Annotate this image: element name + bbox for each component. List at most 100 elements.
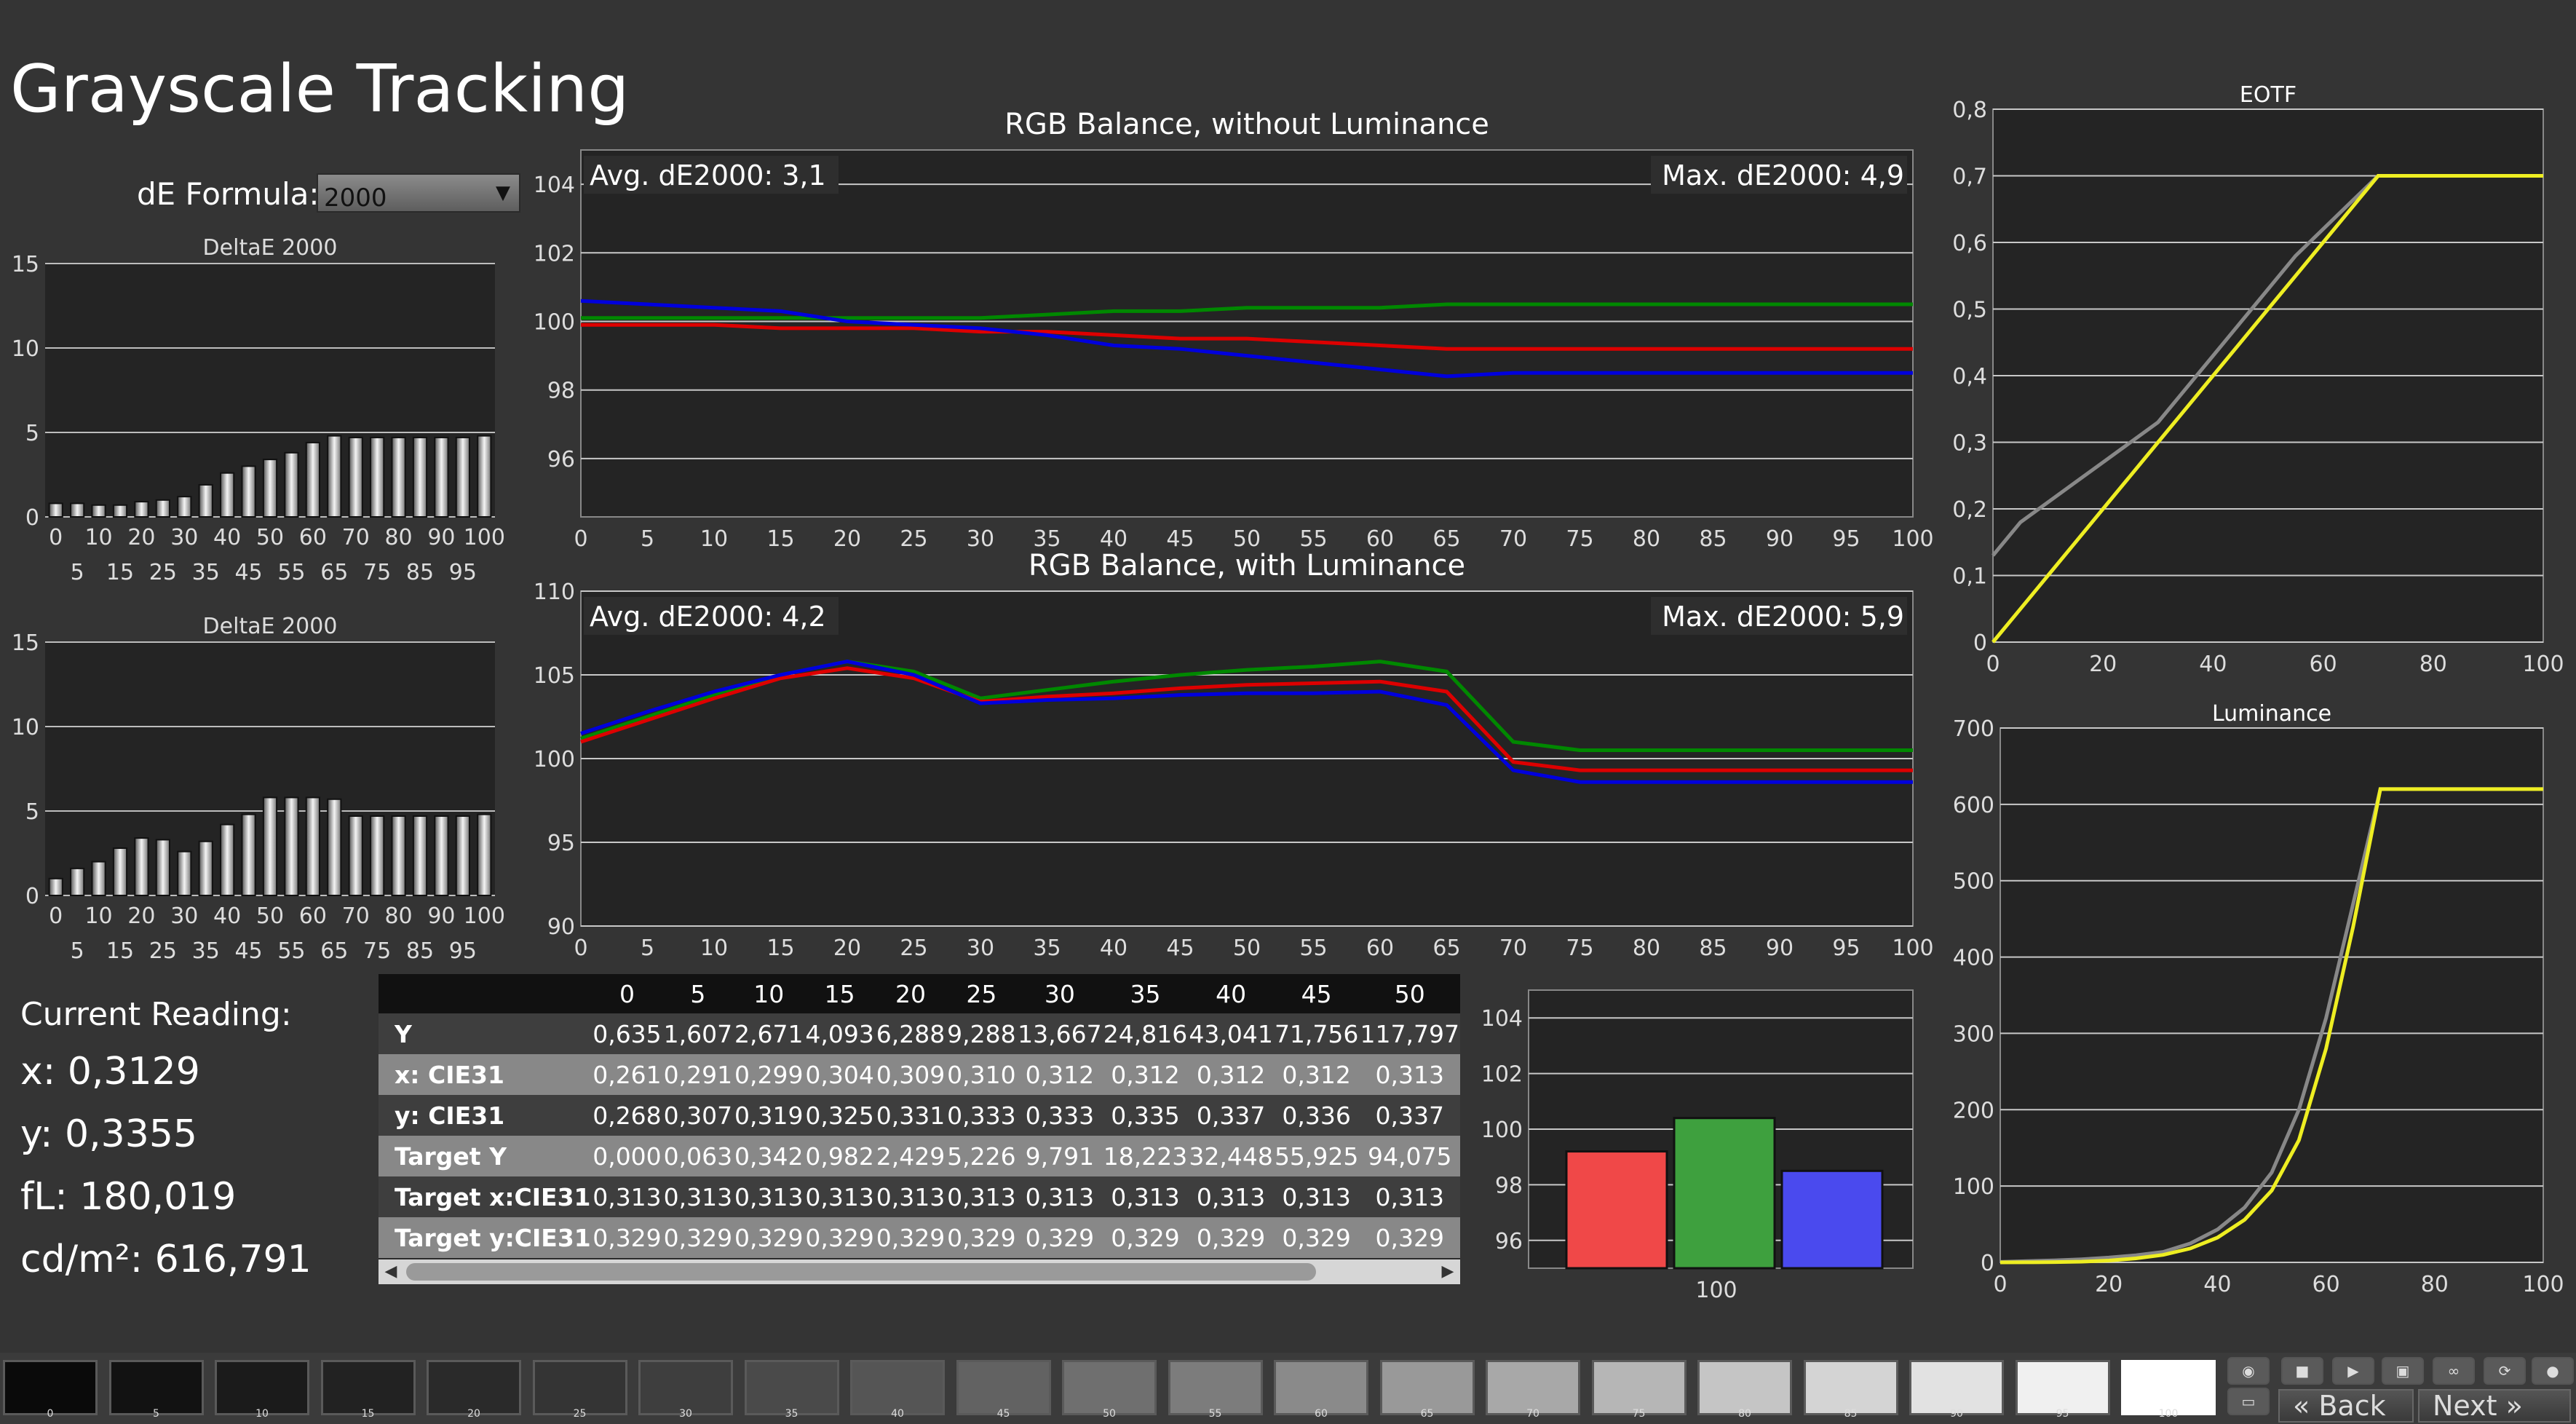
y-tick-label: 96	[1495, 1229, 1523, 1254]
patch-35[interactable]	[744, 1360, 839, 1415]
table-cell: 0,329	[1017, 1217, 1103, 1258]
table-cell: 0,337	[1188, 1095, 1274, 1136]
x-tick-label: 95	[1832, 526, 1860, 552]
patch-label: 55	[1208, 1408, 1222, 1420]
x-tick-label: 95	[1832, 936, 1860, 961]
patch-label: 0	[47, 1408, 54, 1420]
patch-60[interactable]	[1274, 1360, 1368, 1415]
row-header: x: CIE31	[379, 1054, 592, 1095]
next-arrow-icon: »	[2505, 1390, 2523, 1422]
x-tick-label: 75	[1566, 936, 1593, 961]
patch-20[interactable]	[427, 1360, 521, 1415]
bar	[434, 436, 449, 518]
patch-90[interactable]	[1909, 1360, 2004, 1415]
x-tick-label: 45	[1166, 526, 1194, 552]
bar	[48, 877, 63, 897]
back-arrow-icon: «	[2293, 1390, 2310, 1422]
x-tick-label: 100	[1892, 936, 1933, 961]
patch-10[interactable]	[215, 1360, 309, 1415]
readings-table: 0 5 10 15 20 25 30 35 40 45 50 Y 0,635 1,607 2,671 4,0…	[379, 974, 1460, 1258]
save-icon[interactable]: ▣	[2382, 1357, 2424, 1385]
scrollbar-thumb[interactable]	[406, 1263, 1316, 1281]
y-tick-label: 98	[1495, 1173, 1523, 1198]
bar	[284, 796, 299, 896]
table-cell: 6,288	[875, 1013, 946, 1054]
luminance-chart: Luminance 0 100 200 300 400 500 600 700 0 20 40 60 80…	[1953, 701, 2564, 1297]
table-cell: 0,329	[875, 1217, 946, 1258]
back-button[interactable]: « Back	[2278, 1389, 2414, 1423]
patch-100[interactable]	[2121, 1360, 2216, 1415]
patch-0[interactable]	[3, 1360, 98, 1415]
table-cell: 0,309	[875, 1054, 946, 1095]
x-tick-label: 15	[766, 526, 794, 552]
y-tick-label: 200	[1953, 1098, 1994, 1123]
patch-70[interactable]	[1486, 1360, 1580, 1415]
patch-50[interactable]	[1062, 1360, 1157, 1415]
table-cell: 0,312	[1188, 1054, 1274, 1095]
patch-label: 85	[1844, 1408, 1858, 1420]
x-tick-label: 80	[2420, 652, 2447, 677]
patch-15[interactable]	[320, 1360, 416, 1415]
x-tick-label: 25	[149, 560, 177, 585]
table-cell: 0,313	[804, 1176, 876, 1217]
patch-25[interactable]	[532, 1360, 627, 1415]
x-tick-label: 80	[1633, 526, 1660, 552]
x-tick-label: 100	[2522, 1272, 2564, 1297]
patch-65[interactable]	[1379, 1360, 1475, 1415]
eye-icon[interactable]: ◉	[2227, 1357, 2270, 1385]
patch-label: 15	[361, 1408, 375, 1420]
x-tick-label: 30	[967, 526, 994, 552]
table-cell: 0,635	[591, 1013, 663, 1054]
table-cell: 4,093	[804, 1013, 876, 1054]
bar	[305, 796, 320, 896]
scroll-right-icon[interactable]: ▶	[1435, 1259, 1460, 1284]
screen-icon[interactable]: ▭	[2227, 1388, 2270, 1415]
patch-80[interactable]	[1697, 1360, 1792, 1415]
plot-area	[2000, 727, 2544, 1263]
table-cell: 0,313	[662, 1176, 734, 1217]
table-cell: 9,288	[946, 1013, 1018, 1054]
current-reading-fl: fL: 180,019	[20, 1175, 237, 1219]
patch-40[interactable]	[850, 1360, 945, 1415]
x-tick-label: 60	[2310, 652, 2337, 677]
circle-icon[interactable]: ●	[2532, 1357, 2574, 1385]
next-button[interactable]: Next »	[2418, 1389, 2571, 1423]
play-icon[interactable]: ▶	[2332, 1357, 2374, 1385]
patch-55[interactable]	[1168, 1360, 1263, 1415]
x-tick-label: 0	[49, 903, 63, 929]
table-horizontal-scrollbar[interactable]: ◀ ▶	[379, 1259, 1460, 1284]
bar	[455, 436, 470, 518]
y-tick-label: 600	[1953, 793, 1994, 818]
refresh-icon[interactable]: ⟳	[2484, 1357, 2526, 1385]
bar	[327, 798, 342, 897]
patch-5[interactable]	[108, 1360, 204, 1415]
scroll-left-icon[interactable]: ◀	[379, 1259, 403, 1284]
table-cell: 0,268	[591, 1095, 663, 1136]
x-tick-label: 60	[1366, 936, 1394, 961]
stop-icon[interactable]: ■	[2281, 1357, 2323, 1385]
chart-title: DeltaE 2000	[203, 235, 338, 261]
y-tick-label: 0,7	[1952, 165, 1987, 190]
x-tick-label: 80	[1633, 936, 1660, 961]
x-tick-label: 80	[2421, 1272, 2449, 1297]
y-tick-label: 0	[25, 505, 39, 531]
table-cell: 94,075	[1359, 1136, 1460, 1176]
patch-85[interactable]	[1803, 1360, 1898, 1415]
patch-75[interactable]	[1591, 1360, 1687, 1415]
bar	[48, 502, 63, 518]
patch-label: 60	[1315, 1408, 1328, 1420]
bar	[91, 861, 106, 896]
y-tick-label: 5	[25, 799, 39, 825]
table-cell: 0,331	[875, 1095, 946, 1136]
patch-30[interactable]	[638, 1360, 733, 1415]
bar	[391, 436, 406, 518]
avg-de-label: Avg. dE2000: 3,1	[590, 159, 826, 191]
patch-45[interactable]	[956, 1360, 1051, 1415]
link-icon[interactable]: ∞	[2433, 1357, 2475, 1385]
bar	[155, 839, 170, 896]
bar	[177, 850, 192, 897]
patch-95[interactable]	[2015, 1360, 2110, 1415]
bar	[412, 815, 428, 896]
x-tick-label: 75	[363, 938, 391, 964]
table-cell: 2,429	[875, 1136, 946, 1176]
